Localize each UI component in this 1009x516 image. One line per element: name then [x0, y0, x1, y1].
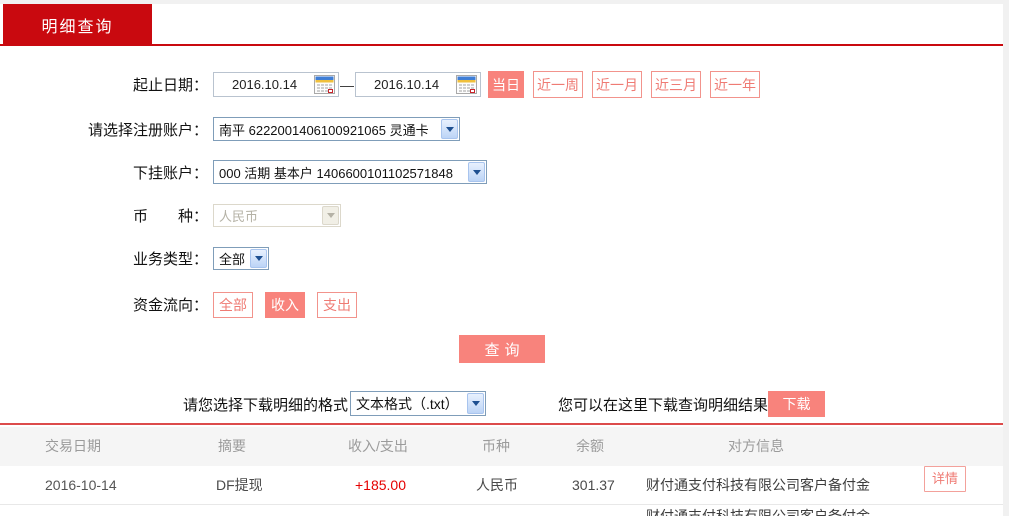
cell-amount: +185.00 [355, 477, 406, 493]
business-type-label: 业务类型： [132, 251, 208, 268]
date-range-label: 起止日期： [132, 77, 208, 94]
header-transaction-date: 交易日期 [45, 438, 101, 454]
registered-account-value: 南平 6222001406100921065 灵通卡 [219, 122, 429, 138]
date-range-row: 起止日期： 2016.10.14 — 2016.10.14 当日 近一周 近一月… [0, 71, 1003, 98]
sub-account-select[interactable]: 000 活期 基本户 1406600101102571848 [213, 160, 487, 184]
download-button[interactable]: 下载 [768, 391, 825, 417]
download-format-value: 文本格式（.txt） [356, 395, 459, 412]
chevron-down-icon[interactable] [467, 393, 484, 414]
download-format-select[interactable]: 文本格式（.txt） [350, 391, 486, 416]
download-hint-text: 您可以在这里下载查询明细结果 [558, 397, 769, 414]
currency-select: 人民币 [213, 204, 341, 227]
chevron-down-icon[interactable] [441, 119, 458, 139]
quick-range-year-button[interactable]: 近一年 [710, 71, 760, 98]
business-type-row: 业务类型： 全部 [0, 247, 1003, 270]
start-date-input[interactable]: 2016.10.14 [213, 72, 339, 97]
quick-range-month-button[interactable]: 近一月 [592, 71, 642, 98]
table-row: 2016-10-14 DF提现 +185.00 人民币 301.37 财付通支付… [0, 466, 1003, 505]
cell-transaction-date: 2016-10-14 [45, 477, 117, 493]
quick-range-today-button[interactable]: 当日 [488, 71, 524, 98]
end-date-value: 2016.10.14 [374, 77, 440, 92]
fund-direction-income-button[interactable]: 收入 [265, 291, 305, 318]
currency-row: 币 种： 人民币 [0, 204, 1003, 227]
currency-value: 人民币 [219, 209, 259, 224]
fund-direction-all-button[interactable]: 全部 [213, 291, 253, 318]
header-counterparty: 对方信息 [728, 438, 784, 454]
business-type-value: 全部 [219, 252, 246, 267]
fund-direction-expense-button[interactable]: 支出 [317, 291, 357, 318]
cell-balance: 301.37 [572, 477, 615, 493]
header-summary: 摘要 [218, 438, 246, 454]
cell-currency: 人民币 [476, 477, 518, 493]
date-range-separator: — [340, 76, 354, 93]
calendar-icon[interactable] [456, 75, 477, 94]
registered-account-select[interactable]: 南平 6222001406100921065 灵通卡 [213, 117, 460, 141]
sub-account-label: 下挂账户： [132, 164, 208, 182]
table-row-partial: 财付通支付科技有限公司客户备付金 [0, 505, 1003, 516]
header-balance: 余额 [576, 438, 604, 454]
cell-summary: DF提现 [216, 477, 263, 493]
sub-account-value: 000 活期 基本户 1406600101102571848 [219, 165, 453, 181]
table-top-separator [0, 423, 1003, 425]
currency-label: 币 种： [132, 208, 208, 225]
header-income-expense: 收入/支出 [348, 438, 408, 454]
tab-label: 明细查询 [41, 19, 114, 36]
table-header-row: 交易日期 摘要 收入/支出 币种 余额 对方信息 [0, 427, 1003, 466]
sub-account-row: 下挂账户： 000 活期 基本户 1406600101102571848 [0, 160, 1003, 184]
header-currency: 币种 [482, 438, 510, 454]
fund-direction-row: 资金流向： 全部 收入 支出 [0, 291, 1003, 318]
business-type-select[interactable]: 全部 [213, 247, 269, 270]
download-format-label: 请您选择下载明细的格式 [183, 397, 349, 414]
fund-direction-label: 资金流向： [132, 297, 208, 314]
chevron-down-icon[interactable] [250, 249, 267, 268]
tab-underline [0, 44, 1003, 46]
tab-detail-query[interactable]: 明细查询 [3, 4, 152, 46]
chevron-down-icon[interactable] [468, 162, 485, 182]
registered-account-row: 请选择注册账户： 南平 6222001406100921065 灵通卡 [0, 117, 1003, 141]
query-button[interactable]: 查询 [459, 335, 545, 363]
cell-counterparty: 财付通支付科技有限公司客户备付金 [646, 477, 870, 493]
quick-range-quarter-button[interactable]: 近三月 [651, 71, 701, 98]
registered-account-label: 请选择注册账户： [87, 121, 208, 139]
download-row: 请您选择下载明细的格式 文本格式（.txt） 您可以在这里下载查询明细结果 下载 [0, 390, 1003, 417]
detail-query-page: 明细查询 起止日期： 2016.10.14 — 2016.10.14 当日 近一… [0, 0, 1009, 516]
detail-button[interactable]: 详情 [924, 466, 966, 492]
end-date-input[interactable]: 2016.10.14 [355, 72, 481, 97]
calendar-icon[interactable] [314, 75, 335, 94]
start-date-value: 2016.10.14 [232, 77, 298, 92]
chevron-down-icon [322, 206, 339, 225]
page-right-strip [1003, 4, 1009, 516]
quick-range-week-button[interactable]: 近一周 [533, 71, 583, 98]
cell-counterparty: 财付通支付科技有限公司客户备付金 [646, 508, 870, 516]
